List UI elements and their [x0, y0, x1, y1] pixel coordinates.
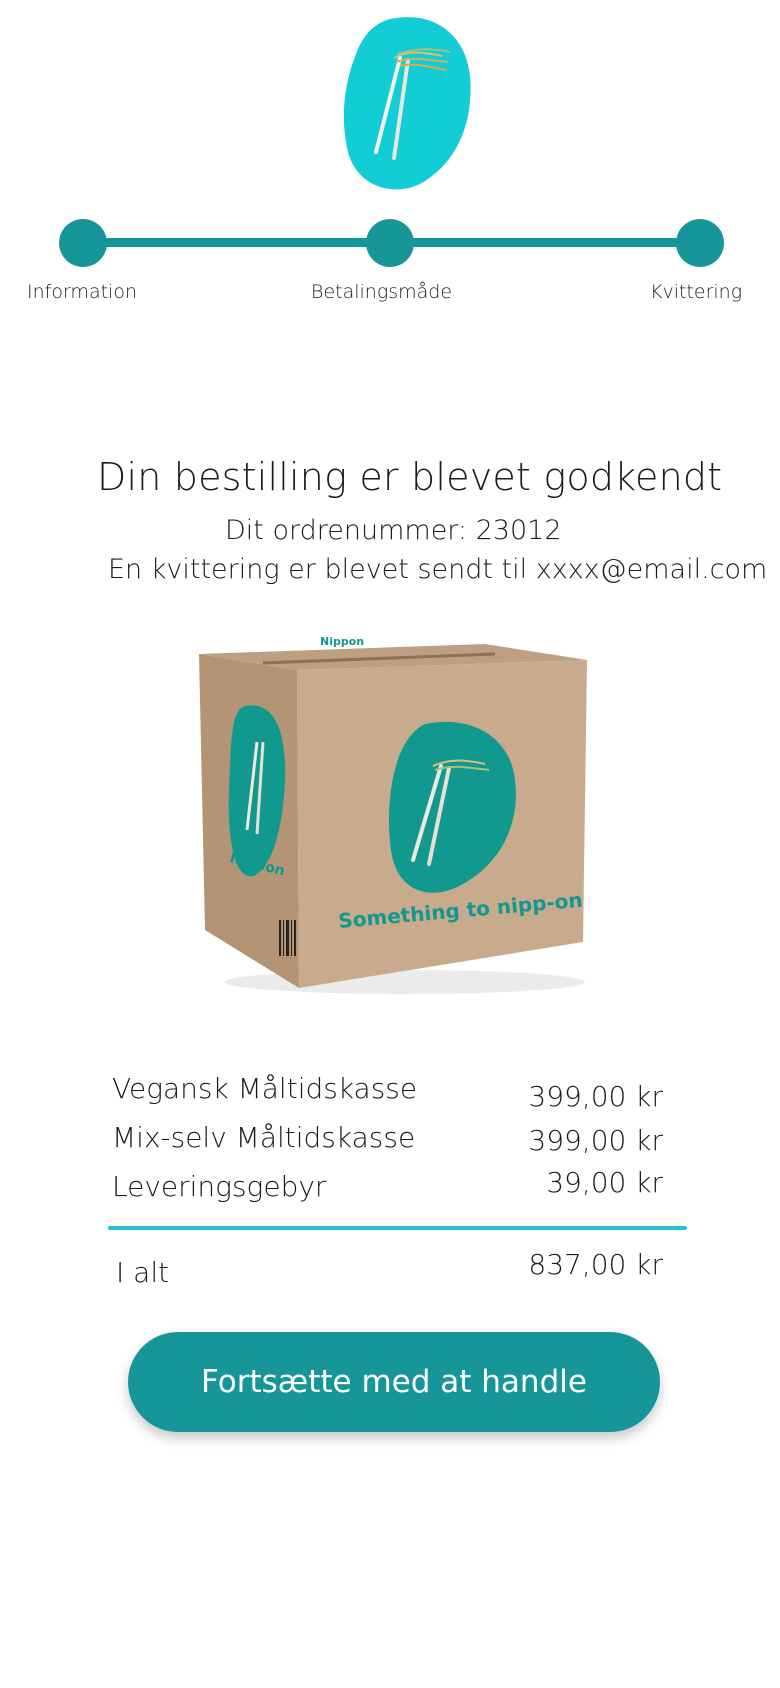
order-item-price: 39,00 kr — [546, 1166, 663, 1199]
brand-logo — [338, 14, 474, 192]
step-label-kvittering: Kvittering — [650, 281, 743, 303]
total-label: I alt — [116, 1256, 170, 1289]
step-label-information: Information — [27, 281, 137, 303]
confirmation-title: Din bestilling er blevet godkendt — [97, 455, 723, 499]
order-number: Dit ordrenummer: 23012 — [225, 515, 562, 546]
checkout-stepper: Information Betalingsmåde Kvittering — [0, 215, 780, 315]
step-dot-kvittering[interactable] — [676, 219, 724, 267]
total-value: 837,00 kr — [528, 1248, 663, 1281]
continue-shopping-button[interactable]: Fortsætte med at handle — [128, 1332, 660, 1432]
order-item-price: 399,00 kr — [528, 1124, 663, 1157]
noodle-chopsticks-logo-icon — [343, 17, 471, 190]
box-brand-small: Nippon — [320, 635, 364, 648]
order-item-price: 399,00 kr — [528, 1080, 663, 1113]
receipt-notice: En kvittering er blevet sendt til xxxx@e… — [108, 554, 768, 585]
order-item-name: Leveringsgebyr — [112, 1170, 327, 1203]
order-item-name: Mix-selv Måltidskasse — [112, 1121, 416, 1154]
meal-box-image: Nippon Nippon Something to nipp-on — [195, 630, 595, 1000]
summary-divider — [108, 1226, 687, 1230]
step-dot-betalingsmade[interactable] — [366, 219, 414, 267]
step-dot-information[interactable] — [59, 219, 107, 267]
order-item-name: Vegansk Måltidskasse — [112, 1072, 418, 1105]
step-label-betalingsmade: Betalingsmåde — [311, 281, 453, 303]
